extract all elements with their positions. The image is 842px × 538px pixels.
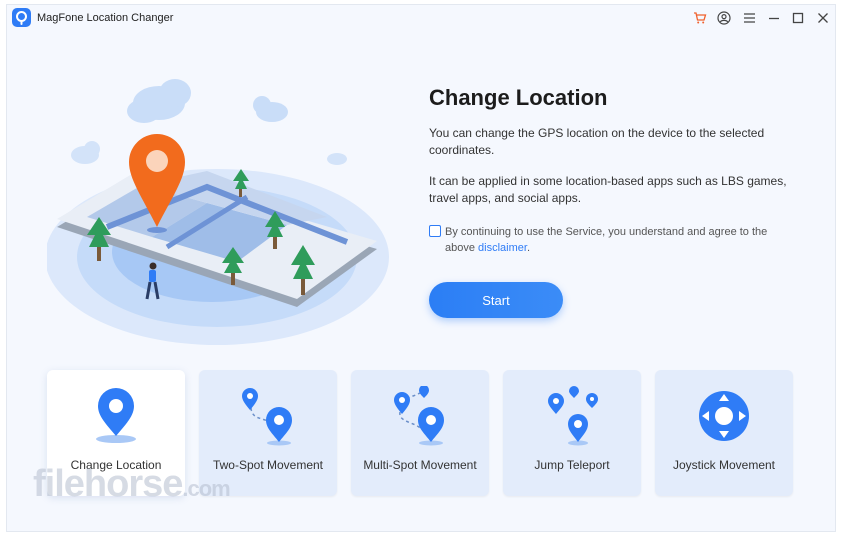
cloud-icon [71,141,100,164]
mode-label: Joystick Movement [672,458,776,472]
app-title: MagFone Location Changer [37,12,174,24]
agreement-end: . [526,242,530,254]
description-text: You can change the GPS location on the d… [429,126,765,157]
agree-checkbox[interactable] [429,225,441,237]
disclaimer-link[interactable]: disclaimer [478,242,527,254]
menu-icon[interactable] [740,9,758,27]
cloud-icon [127,79,191,123]
app-logo-icon [12,8,31,27]
watermark-suffix: .com [182,476,230,501]
agreement-text: By continuing to use the Service, you un… [445,224,785,256]
mode-card-multi-spot[interactable]: Multi-Spot Movement [351,370,489,496]
account-icon[interactable] [715,9,733,27]
watermark-logo: filehorse.com [33,463,231,506]
multi-spot-icon [394,386,444,446]
cloud-icon [253,96,288,122]
app-window: MagFone Location Changer Change Location… [6,4,836,532]
mode-card-jump-teleport[interactable]: Jump Teleport [503,370,641,496]
watermark-text: filehorse [33,463,183,505]
mode-label: Jump Teleport [534,458,610,472]
jump-teleport-icon [548,386,598,446]
mode-label: Multi-Spot Movement [363,458,477,472]
close-icon[interactable] [814,9,832,27]
cloud-icon [327,153,347,165]
two-spot-icon [242,388,292,446]
map-illustration [45,67,392,349]
usage-text: It can be applied in some location-based… [429,174,787,205]
location-pin-icon [96,388,136,443]
start-button[interactable]: Start [429,282,563,318]
page-title: Change Location [429,85,608,110]
joystick-icon [699,391,749,441]
minimize-icon[interactable] [765,9,783,27]
title-bar: MagFone Location Changer [7,5,835,31]
cart-icon[interactable] [691,9,709,27]
maximize-icon[interactable] [789,9,807,27]
mode-card-joystick[interactable]: Joystick Movement [655,370,793,496]
